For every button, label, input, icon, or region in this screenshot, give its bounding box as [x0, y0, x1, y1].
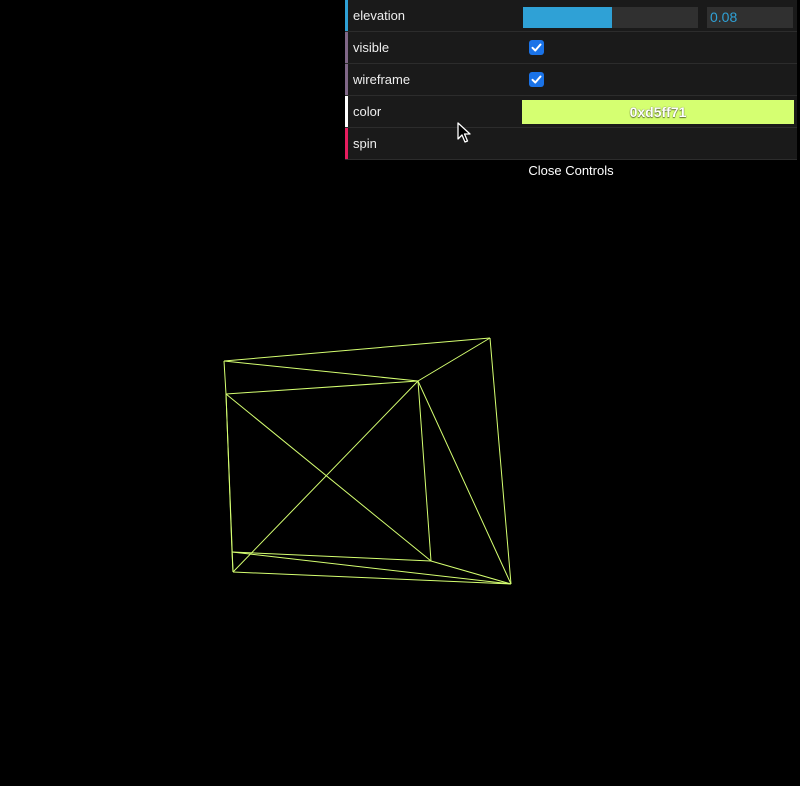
wireframe-checkbox[interactable] — [529, 72, 544, 87]
visible-label: visible — [353, 40, 390, 55]
color-label: color — [353, 104, 382, 119]
controls-panel: elevation visible wireframe color 0xd5ff… — [345, 0, 797, 184]
wireframe-edge — [223, 337, 491, 362]
spin-control[interactable]: spin — [345, 128, 797, 160]
color-swatch[interactable]: 0xd5ff71 — [522, 100, 794, 124]
color-accent — [345, 96, 348, 127]
wireframe-mesh — [223, 337, 512, 585]
wireframe-edge — [232, 380, 419, 573]
spin-label: spin — [353, 136, 377, 151]
wireframe-edge — [417, 337, 491, 382]
spin-accent — [345, 128, 348, 159]
wireframe-edge — [225, 380, 419, 395]
wireframe-accent — [345, 64, 348, 95]
elevation-control: elevation — [345, 0, 797, 32]
close-controls-button[interactable]: Close Controls — [345, 160, 797, 184]
wireframe-edge — [231, 551, 234, 573]
elevation-input[interactable] — [707, 7, 793, 28]
check-icon — [531, 43, 542, 52]
mouse-cursor-icon — [457, 122, 471, 143]
elevation-slider-fill — [523, 7, 613, 28]
wireframe-edge — [489, 337, 512, 585]
wireframe-label: wireframe — [353, 72, 411, 87]
elevation-slider[interactable] — [523, 7, 698, 28]
wireframe-edge — [232, 571, 512, 585]
wireframe-edge — [417, 380, 432, 562]
wireframe-edge — [223, 360, 419, 382]
wireframe-control: wireframe — [345, 64, 797, 96]
wireframe-edge — [223, 360, 227, 395]
visible-checkbox[interactable] — [529, 40, 544, 55]
wireframe-edge — [231, 551, 512, 585]
visible-control: visible — [345, 32, 797, 64]
wireframe-edge — [430, 560, 512, 585]
wireframe-edge — [231, 551, 432, 562]
color-control: color 0xd5ff71 — [345, 96, 797, 128]
wireframe-edge — [225, 393, 234, 573]
wireframe-edge — [225, 393, 432, 562]
elevation-accent — [345, 0, 348, 31]
wireframe-edge — [417, 380, 512, 585]
visible-accent — [345, 32, 348, 63]
elevation-label: elevation — [353, 8, 406, 23]
check-icon — [531, 75, 542, 84]
